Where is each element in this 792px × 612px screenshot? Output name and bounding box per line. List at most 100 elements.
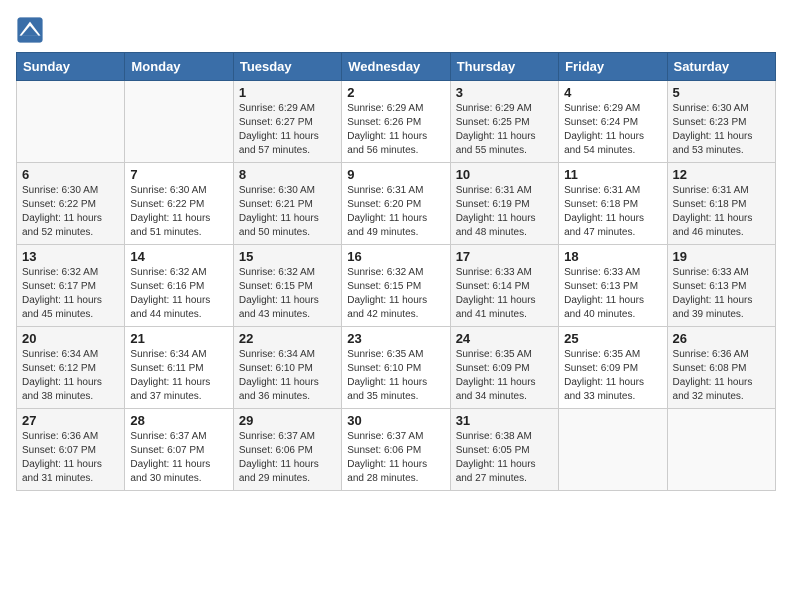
day-number: 5: [673, 85, 770, 100]
day-info: Sunrise: 6:38 AM Sunset: 6:05 PM Dayligh…: [456, 430, 553, 486]
day-number: 8: [239, 167, 336, 182]
day-info: Sunrise: 6:32 AM Sunset: 6:16 PM Dayligh…: [130, 266, 227, 322]
day-info: Sunrise: 6:33 AM Sunset: 6:13 PM Dayligh…: [673, 266, 770, 322]
day-number: 22: [239, 331, 336, 346]
calendar-cell: 18 Sunrise: 6:33 AM Sunset: 6:13 PM Dayli…: [559, 245, 667, 327]
day-number: 4: [564, 85, 661, 100]
day-info: Sunrise: 6:37 AM Sunset: 6:07 PM Dayligh…: [130, 430, 227, 486]
day-info: Sunrise: 6:31 AM Sunset: 6:20 PM Dayligh…: [347, 184, 444, 240]
day-number: 20: [22, 331, 119, 346]
calendar-cell: 26 Sunrise: 6:36 AM Sunset: 6:08 PM Dayli…: [667, 327, 775, 409]
day-number: 13: [22, 249, 119, 264]
day-number: 21: [130, 331, 227, 346]
day-info: Sunrise: 6:30 AM Sunset: 6:23 PM Dayligh…: [673, 102, 770, 158]
calendar-cell: [559, 409, 667, 491]
day-info: Sunrise: 6:29 AM Sunset: 6:24 PM Dayligh…: [564, 102, 661, 158]
day-number: 6: [22, 167, 119, 182]
calendar-cell: 17Sunrise: 6:33 AM Sunset: 6:14 PM Dayli…: [450, 245, 558, 327]
day-info: Sunrise: 6:31 AM Sunset: 6:18 PM Dayligh…: [564, 184, 661, 240]
day-info: Sunrise: 6:35 AM Sunset: 6:09 PM Dayligh…: [456, 348, 553, 404]
day-number: 11: [564, 167, 661, 182]
day-number: 7: [130, 167, 227, 182]
calendar-cell: 15 Sunrise: 6:32 AM Sunset: 6:15 PM Dayli…: [233, 245, 341, 327]
calendar-cell: 25 Sunrise: 6:35 AM Sunset: 6:09 PM Dayli…: [559, 327, 667, 409]
day-number: 16: [347, 249, 444, 264]
day-number: 26: [673, 331, 770, 346]
day-number: 30: [347, 413, 444, 428]
day-info: Sunrise: 6:30 AM Sunset: 6:21 PM Dayligh…: [239, 184, 336, 240]
day-info: Sunrise: 6:36 AM Sunset: 6:07 PM Dayligh…: [22, 430, 119, 486]
day-number: 3: [456, 85, 553, 100]
day-number: 25: [564, 331, 661, 346]
day-info: Sunrise: 6:34 AM Sunset: 6:11 PM Dayligh…: [130, 348, 227, 404]
calendar-cell: [667, 409, 775, 491]
day-info: Sunrise: 6:33 AM Sunset: 6:13 PM Dayligh…: [564, 266, 661, 322]
calendar-cell: 10Sunrise: 6:31 AM Sunset: 6:19 PM Dayli…: [450, 163, 558, 245]
day-number: 15: [239, 249, 336, 264]
day-info: Sunrise: 6:32 AM Sunset: 6:15 PM Dayligh…: [347, 266, 444, 322]
weekday-header-wednesday: Wednesday: [342, 53, 450, 81]
calendar-table: SundayMondayTuesdayWednesdayThursdayFrid…: [16, 52, 776, 491]
calendar-cell: 24 Sunrise: 6:35 AM Sunset: 6:09 PM Dayli…: [450, 327, 558, 409]
day-number: 1: [239, 85, 336, 100]
day-number: 2: [347, 85, 444, 100]
day-number: 9: [347, 167, 444, 182]
calendar-cell: 22 Sunrise: 6:34 AM Sunset: 6:10 PM Dayli…: [233, 327, 341, 409]
calendar-cell: 2Sunrise: 6:29 AM Sunset: 6:26 PM Daylig…: [342, 81, 450, 163]
calendar-cell: 6Sunrise: 6:30 AM Sunset: 6:22 PM Daylig…: [17, 163, 125, 245]
day-number: 23: [347, 331, 444, 346]
day-info: Sunrise: 6:32 AM Sunset: 6:17 PM Dayligh…: [22, 266, 119, 322]
day-number: 17: [456, 249, 553, 264]
day-info: Sunrise: 6:34 AM Sunset: 6:12 PM Dayligh…: [22, 348, 119, 404]
calendar-cell: 29 Sunrise: 6:37 AM Sunset: 6:06 PM Dayli…: [233, 409, 341, 491]
calendar-cell: 11 Sunrise: 6:31 AM Sunset: 6:18 PM Dayli…: [559, 163, 667, 245]
day-info: Sunrise: 6:30 AM Sunset: 6:22 PM Dayligh…: [130, 184, 227, 240]
day-info: Sunrise: 6:37 AM Sunset: 6:06 PM Dayligh…: [239, 430, 336, 486]
day-number: 18: [564, 249, 661, 264]
day-number: 24: [456, 331, 553, 346]
calendar-cell: 5 Sunrise: 6:30 AM Sunset: 6:23 PM Daylig…: [667, 81, 775, 163]
day-number: 31: [456, 413, 553, 428]
calendar-cell: 14 Sunrise: 6:32 AM Sunset: 6:16 PM Dayli…: [125, 245, 233, 327]
day-number: 12: [673, 167, 770, 182]
calendar-cell: 30 Sunrise: 6:37 AM Sunset: 6:06 PM Dayli…: [342, 409, 450, 491]
day-info: Sunrise: 6:35 AM Sunset: 6:09 PM Dayligh…: [564, 348, 661, 404]
day-info: Sunrise: 6:32 AM Sunset: 6:15 PM Dayligh…: [239, 266, 336, 322]
calendar-cell: [125, 81, 233, 163]
calendar-cell: 27 Sunrise: 6:36 AM Sunset: 6:07 PM Dayli…: [17, 409, 125, 491]
day-number: 14: [130, 249, 227, 264]
day-info: Sunrise: 6:37 AM Sunset: 6:06 PM Dayligh…: [347, 430, 444, 486]
weekday-header-friday: Friday: [559, 53, 667, 81]
day-number: 28: [130, 413, 227, 428]
calendar-cell: 9 Sunrise: 6:31 AM Sunset: 6:20 PM Daylig…: [342, 163, 450, 245]
header: [16, 16, 776, 44]
day-number: 10: [456, 167, 553, 182]
logo-icon: [16, 16, 44, 44]
calendar-cell: 16 Sunrise: 6:32 AM Sunset: 6:15 PM Dayli…: [342, 245, 450, 327]
calendar-cell: [17, 81, 125, 163]
calendar-week-4: 20 Sunrise: 6:34 AM Sunset: 6:12 PM Dayli…: [17, 327, 776, 409]
weekday-header-thursday: Thursday: [450, 53, 558, 81]
weekday-header-monday: Monday: [125, 53, 233, 81]
day-number: 19: [673, 249, 770, 264]
calendar-cell: 20 Sunrise: 6:34 AM Sunset: 6:12 PM Dayli…: [17, 327, 125, 409]
day-info: Sunrise: 6:35 AM Sunset: 6:10 PM Dayligh…: [347, 348, 444, 404]
logo: [16, 16, 48, 44]
calendar-cell: 7 Sunrise: 6:30 AM Sunset: 6:22 PM Daylig…: [125, 163, 233, 245]
day-info: Sunrise: 6:29 AM Sunset: 6:25 PM Dayligh…: [456, 102, 553, 158]
weekday-header-row: SundayMondayTuesdayWednesdayThursdayFrid…: [17, 53, 776, 81]
day-info: Sunrise: 6:36 AM Sunset: 6:08 PM Dayligh…: [673, 348, 770, 404]
weekday-header-sunday: Sunday: [17, 53, 125, 81]
day-number: 27: [22, 413, 119, 428]
calendar-week-3: 13 Sunrise: 6:32 AM Sunset: 6:17 PM Dayli…: [17, 245, 776, 327]
calendar-cell: 12Sunrise: 6:31 AM Sunset: 6:18 PM Dayli…: [667, 163, 775, 245]
day-info: Sunrise: 6:34 AM Sunset: 6:10 PM Dayligh…: [239, 348, 336, 404]
calendar-cell: 28 Sunrise: 6:37 AM Sunset: 6:07 PM Dayli…: [125, 409, 233, 491]
calendar-cell: 1Sunrise: 6:29 AM Sunset: 6:27 PM Daylig…: [233, 81, 341, 163]
calendar-cell: 8 Sunrise: 6:30 AM Sunset: 6:21 PM Daylig…: [233, 163, 341, 245]
calendar-week-1: 1Sunrise: 6:29 AM Sunset: 6:27 PM Daylig…: [17, 81, 776, 163]
calendar-cell: 31 Sunrise: 6:38 AM Sunset: 6:05 PM Dayli…: [450, 409, 558, 491]
day-number: 29: [239, 413, 336, 428]
calendar-cell: 4 Sunrise: 6:29 AM Sunset: 6:24 PM Daylig…: [559, 81, 667, 163]
calendar-cell: 13 Sunrise: 6:32 AM Sunset: 6:17 PM Dayli…: [17, 245, 125, 327]
